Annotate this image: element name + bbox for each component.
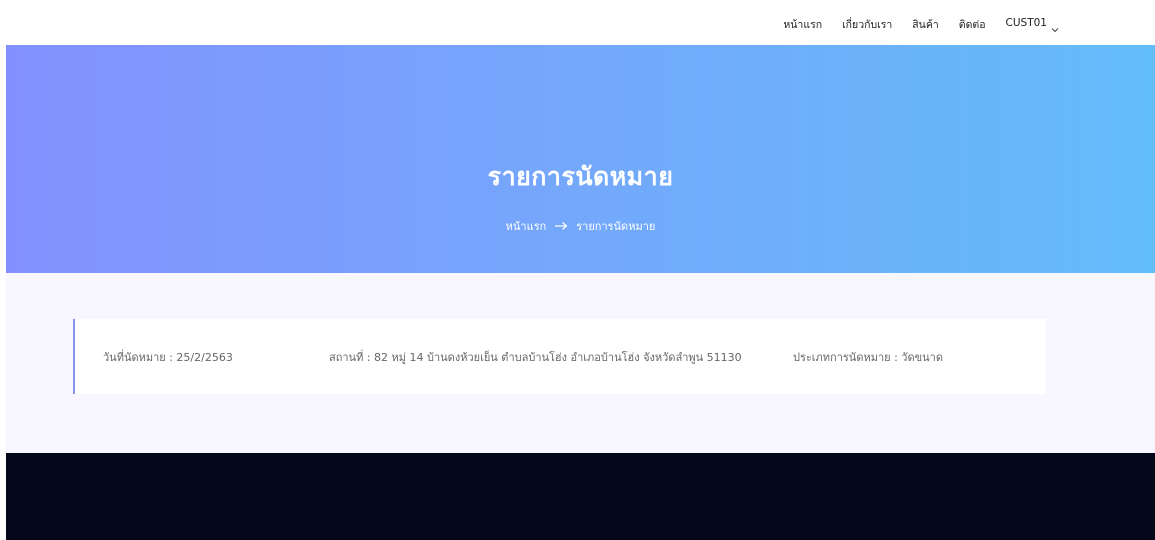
top-navbar: หน้าแรก เกี่ยวกับเรา สินค้า ติดต่อ CUST0… bbox=[0, 0, 1155, 45]
arrow-right-icon bbox=[554, 221, 568, 231]
chevron-down-icon[interactable] bbox=[1051, 19, 1059, 32]
hero-banner: รายการนัดหมาย หน้าแรก รายการนัดหมาย bbox=[6, 45, 1155, 273]
breadcrumb: หน้าแรก รายการนัดหมาย bbox=[6, 217, 1155, 235]
appointments-section: วันที่นัดหมาย : 25/2/2563 สถานที่ : 82 ห… bbox=[6, 273, 1155, 453]
nav-menu: หน้าแรก เกี่ยวกับเรา สินค้า ติดต่อ CUST0… bbox=[783, 0, 1059, 45]
page-title: รายการนัดหมาย bbox=[487, 162, 674, 191]
appointment-card: วันที่นัดหมาย : 25/2/2563 สถานที่ : 82 ห… bbox=[73, 319, 1046, 394]
user-menu[interactable]: CUST01 bbox=[1006, 17, 1059, 32]
nav-link-products[interactable]: สินค้า bbox=[912, 19, 939, 31]
nav-link-contact[interactable]: ติดต่อ bbox=[959, 19, 986, 31]
breadcrumb-home-link[interactable]: หน้าแรก bbox=[506, 217, 547, 235]
nav-item-contact: ติดต่อ bbox=[959, 13, 986, 33]
nav-link-home[interactable]: หน้าแรก bbox=[783, 19, 822, 31]
nav-link-about[interactable]: เกี่ยวกับเรา bbox=[842, 19, 892, 31]
appointment-date: วันที่นัดหมาย : 25/2/2563 bbox=[103, 350, 233, 364]
user-menu-label[interactable]: CUST01 bbox=[1006, 17, 1047, 29]
footer bbox=[6, 453, 1155, 540]
appointment-type: ประเภทการนัดหมาย : วัดขนาด bbox=[793, 350, 943, 364]
page: หน้าแรก เกี่ยวกับเรา สินค้า ติดต่อ CUST0… bbox=[0, 0, 1155, 540]
appointment-location: สถานที่ : 82 หมู่ 14 บ้านดงห้วยเย็น ตำบล… bbox=[329, 350, 742, 364]
breadcrumb-current: รายการนัดหมาย bbox=[576, 220, 656, 233]
nav-item-about: เกี่ยวกับเรา bbox=[842, 13, 892, 33]
nav-item-home: หน้าแรก bbox=[783, 13, 822, 33]
nav-item-products: สินค้า bbox=[912, 13, 939, 33]
